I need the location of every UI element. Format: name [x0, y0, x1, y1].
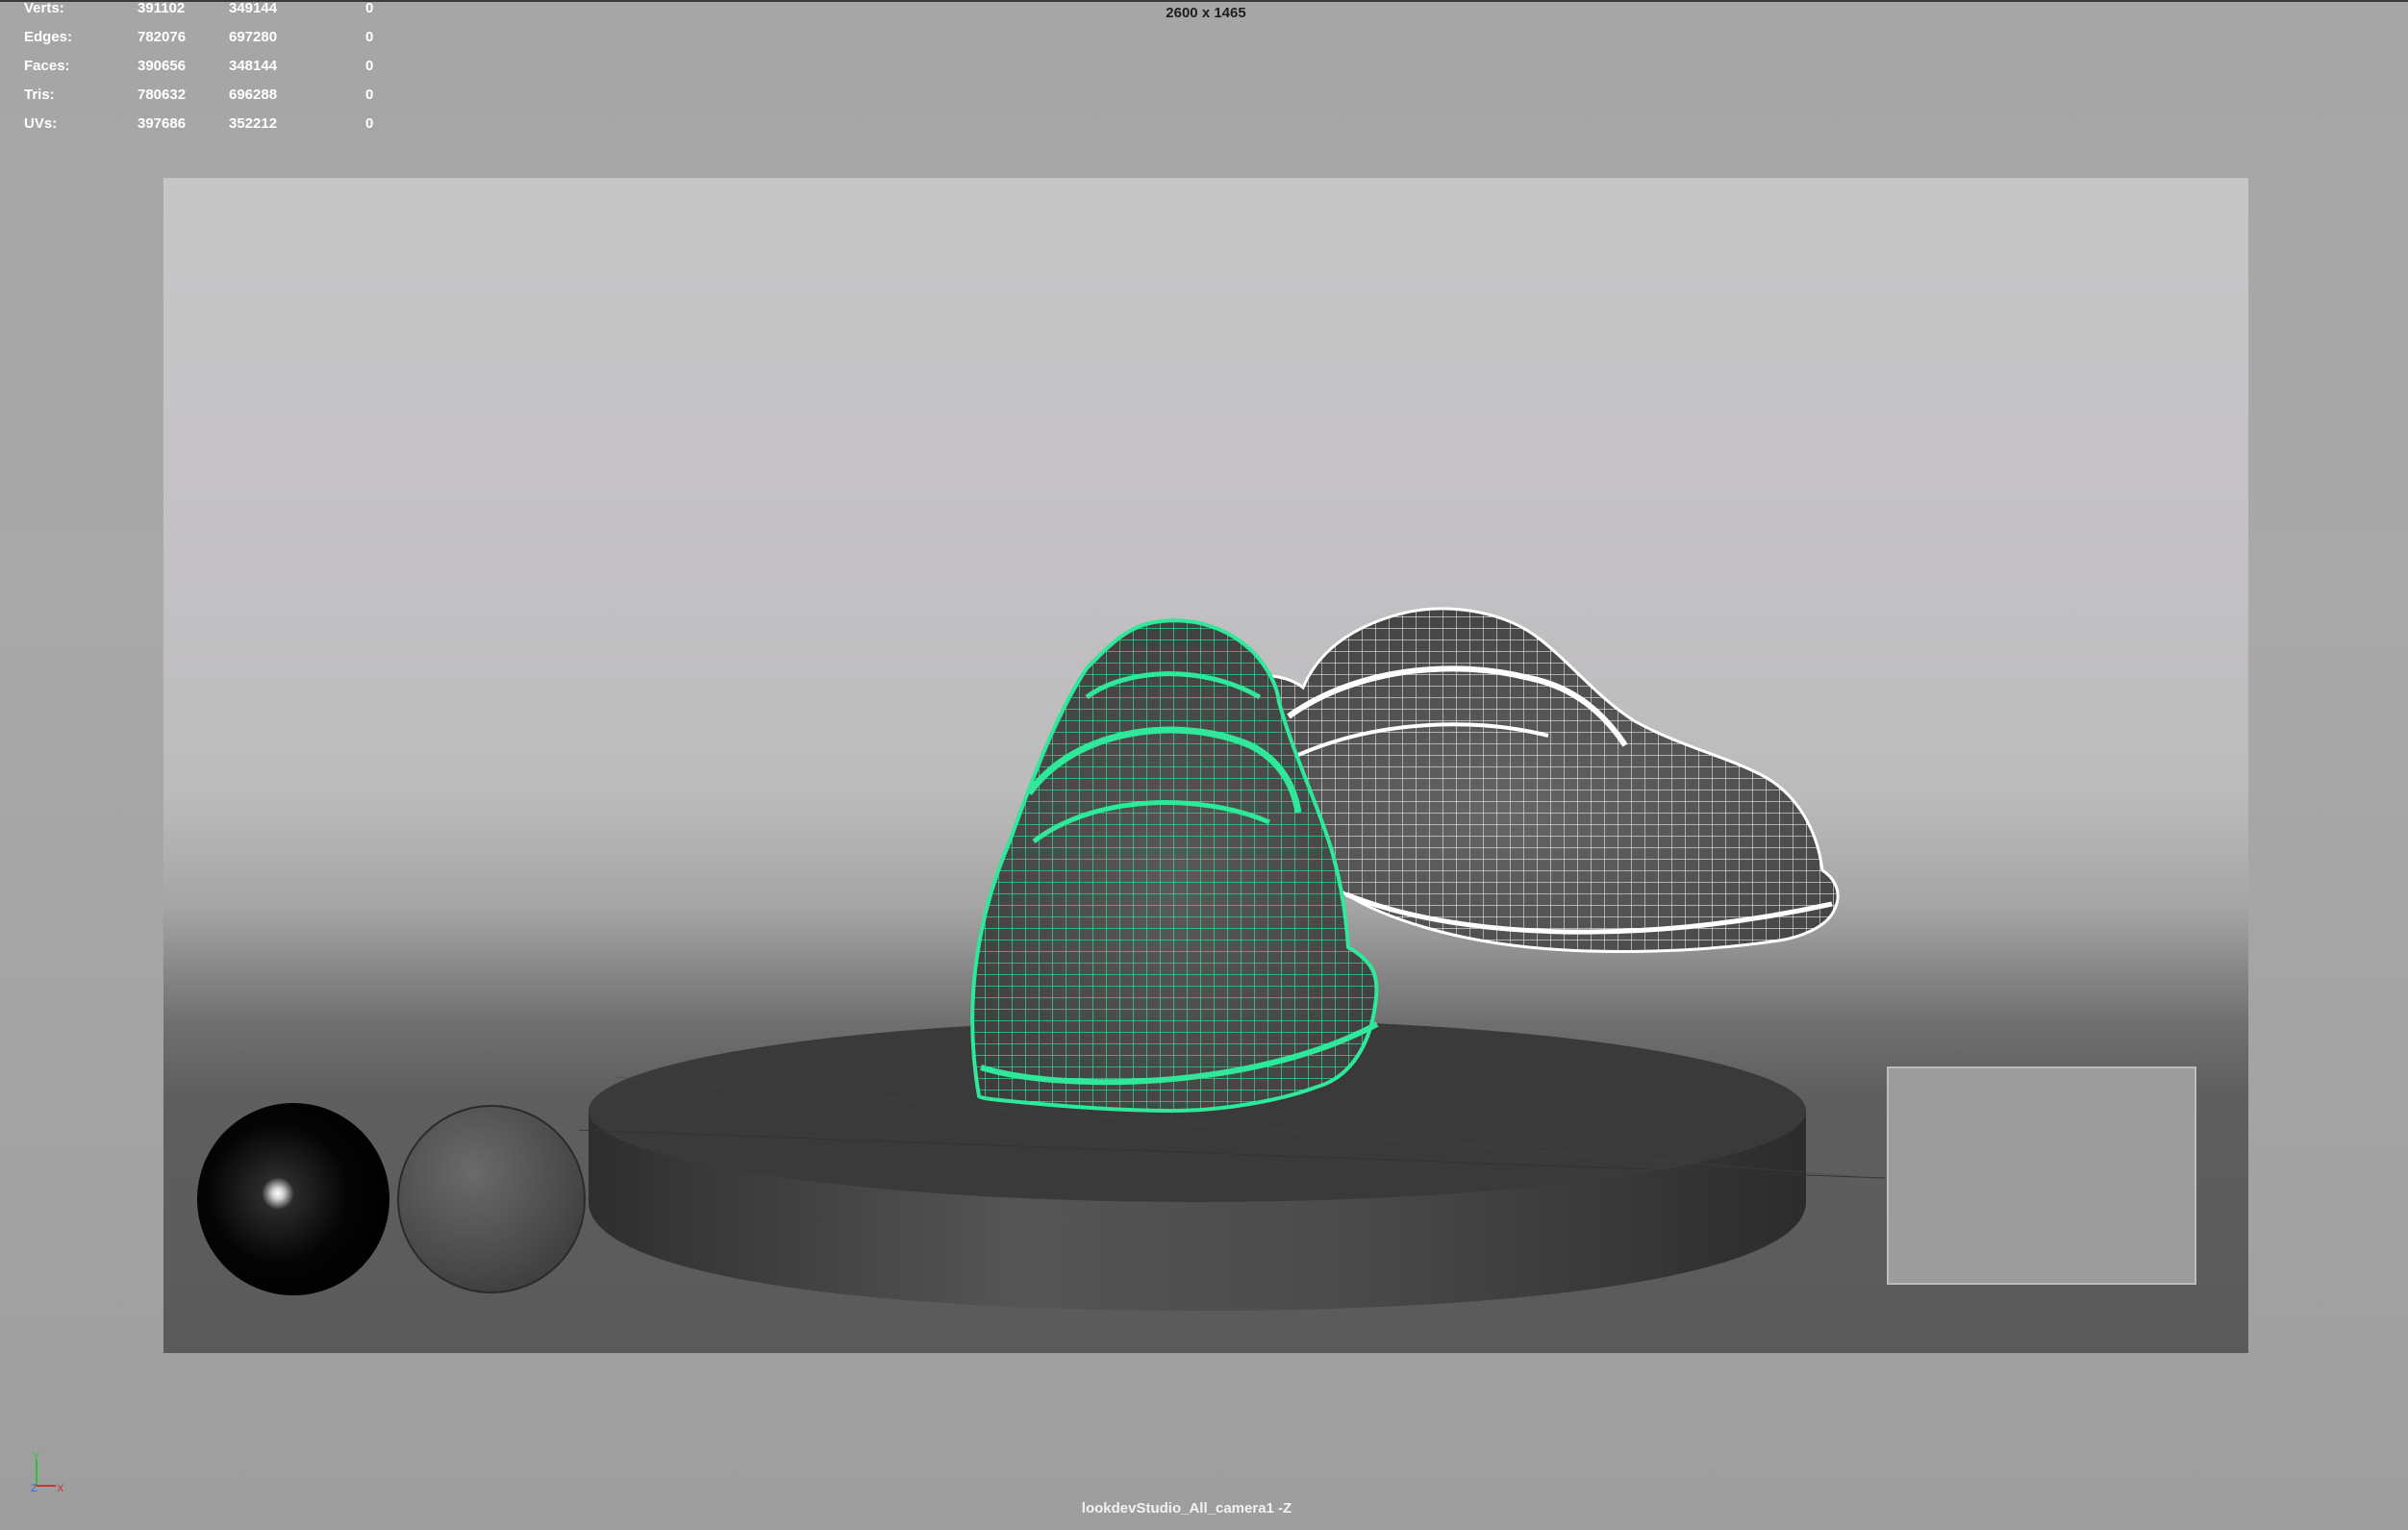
- camera-name-label: lookdevStudio_All_camera1 -Z: [1081, 1500, 1292, 1517]
- hud-value: 697280: [229, 29, 278, 45]
- axis-y-label: Y: [33, 1452, 40, 1463]
- gray-sphere[interactable]: [397, 1105, 586, 1293]
- resolution-gate-label: 2600 x 1465: [1166, 5, 1246, 21]
- hud-label: Edges:: [24, 29, 73, 45]
- resolution-gate[interactable]: [163, 178, 2248, 1353]
- hud-label: Faces:: [24, 58, 70, 74]
- color-checker-card[interactable]: [1887, 1066, 2196, 1285]
- hud-value: 349144: [229, 0, 278, 16]
- view-axis-gizmo: Y Z X: [31, 1452, 64, 1494]
- hud-value: 391102: [138, 0, 186, 16]
- hud-value: 782076: [138, 29, 187, 45]
- hud-value: 780632: [138, 87, 187, 103]
- hud-label: UVs:: [24, 115, 58, 132]
- hud-value: 0: [365, 87, 374, 103]
- hud-label: Verts:: [24, 0, 64, 16]
- hud-value: 352212: [229, 115, 278, 132]
- hud-value: 348144: [229, 58, 278, 74]
- hud-value: 696288: [229, 87, 278, 103]
- axis-x-label: X: [57, 1483, 64, 1494]
- axis-z-label: Z: [31, 1483, 38, 1494]
- viewport-top-border: [0, 0, 2408, 2]
- hud-value: 0: [365, 58, 374, 74]
- hud-value: 390656: [138, 58, 187, 74]
- chrome-sphere[interactable]: [197, 1103, 389, 1295]
- hud-value: 397686: [138, 115, 187, 132]
- hud-value: 0: [365, 29, 374, 45]
- viewport-scene[interactable]: [163, 178, 2248, 1353]
- hud-label: Tris:: [24, 87, 55, 103]
- hud-value: 0: [365, 115, 374, 132]
- hud-value: 0: [365, 0, 374, 16]
